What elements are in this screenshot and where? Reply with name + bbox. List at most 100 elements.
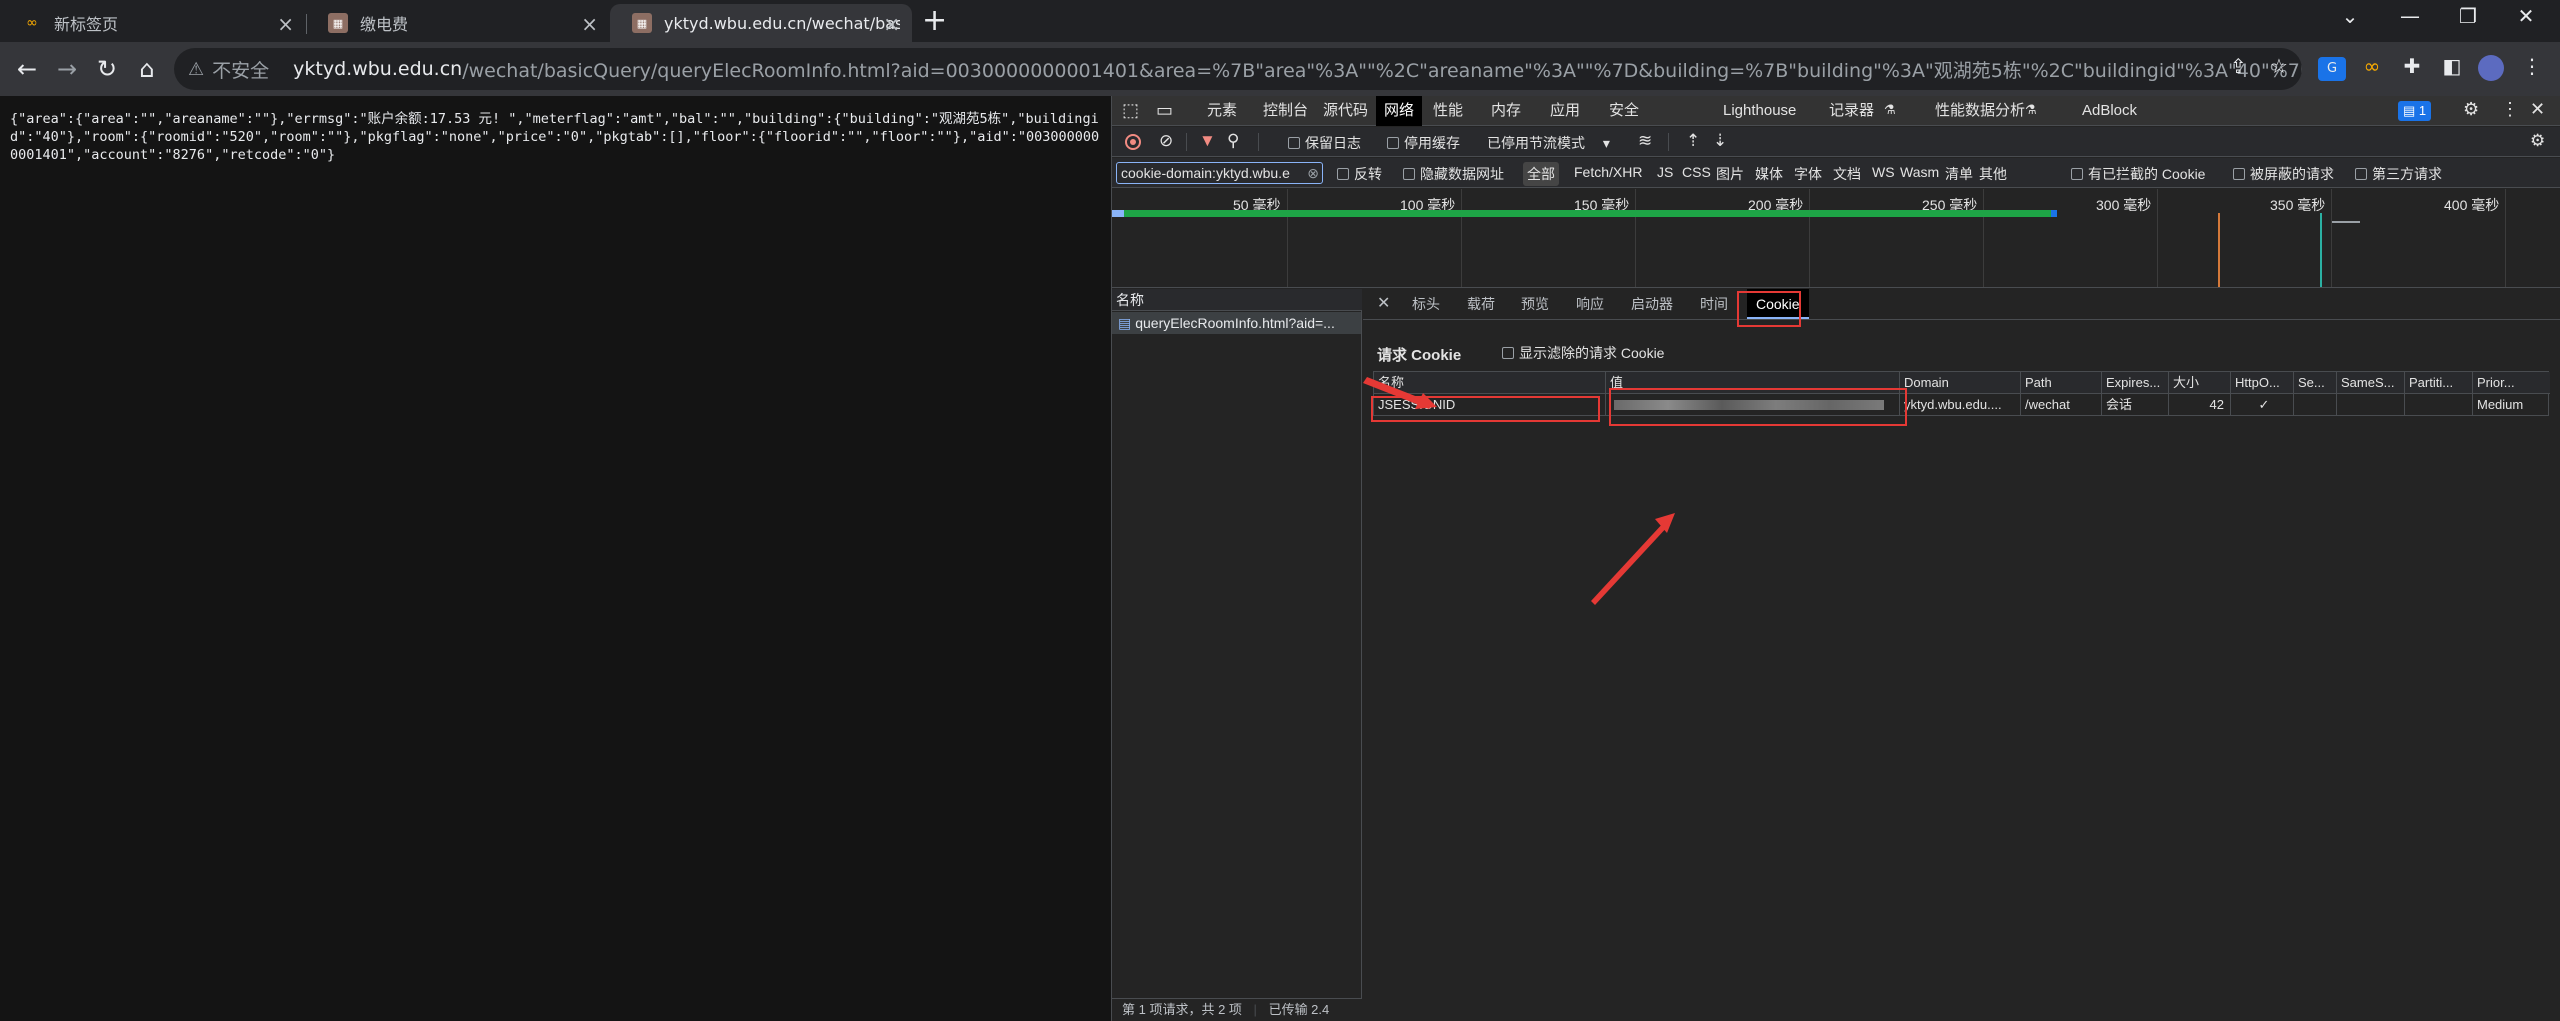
tab-active-query[interactable]: ▦ yktyd.wbu.edu.cn/wechat/basi × [610, 4, 912, 42]
cookie-secure-cell[interactable] [2294, 394, 2337, 416]
blocked-requests-checkbox[interactable]: 被屏蔽的请求 [2233, 164, 2334, 184]
column-header-partition[interactable]: Partiti... [2405, 372, 2473, 394]
type-filter-media[interactable]: 媒体 [1755, 164, 1783, 184]
close-detail-icon[interactable]: ✕ [1377, 289, 1390, 319]
close-tab-icon[interactable]: × [581, 12, 598, 36]
type-filter-all[interactable]: 全部 [1523, 162, 1559, 186]
type-filter-css[interactable]: CSS [1682, 164, 1711, 180]
detail-tab-initiator[interactable]: 启动器 [1631, 289, 1673, 319]
column-header-httponly[interactable]: HttpO... [2231, 372, 2294, 394]
throttle-select[interactable]: 已停用节流模式 ▾ [1487, 133, 1610, 153]
column-header-path[interactable]: Path [2021, 372, 2102, 394]
devtools-tab-application[interactable]: 应用 [1542, 96, 1588, 126]
detail-tab-timing[interactable]: 时间 [1700, 289, 1728, 319]
invert-checkbox[interactable]: 反转 [1337, 164, 1382, 184]
cookie-httponly-cell[interactable]: ✓ [2231, 394, 2294, 416]
close-devtools-icon[interactable]: ✕ [2530, 99, 2545, 120]
tab-pay-electricity[interactable]: ▦ 缴电费 × [306, 4, 610, 42]
warning-icon[interactable]: ⚠ [188, 59, 204, 80]
cookie-samesite-cell[interactable] [2337, 394, 2405, 416]
side-panel-icon[interactable]: ◧ [2438, 54, 2466, 78]
type-filter-fetch-xhr[interactable]: Fetch/XHR [1574, 164, 1642, 180]
record-button[interactable] [1125, 134, 1141, 150]
address-bar[interactable]: ⚠ 不安全 yktyd.wbu.edu.cn /wechat/basicQuer… [174, 48, 2302, 90]
type-filter-doc[interactable]: 文档 [1833, 164, 1861, 184]
column-header-size[interactable]: 大小 [2169, 372, 2231, 394]
name-column-header[interactable]: 名称 [1112, 289, 1362, 311]
settings-gear-icon[interactable]: ⚙ [2463, 99, 2479, 120]
cookie-expires-cell[interactable]: 会话 [2102, 394, 2169, 416]
forward-button[interactable]: → [52, 54, 82, 84]
disable-cache-checkbox[interactable]: 停用缓存 [1387, 133, 1460, 153]
devtools-tab-performance-insights[interactable]: 性能数据分析 [1927, 96, 2033, 126]
type-filter-font[interactable]: 字体 [1794, 164, 1822, 184]
devtools-tab-sources[interactable]: 源代码 [1315, 96, 1376, 126]
reload-button[interactable]: ↻ [92, 54, 122, 84]
export-har-icon[interactable]: ⇣ [1713, 131, 1727, 151]
security-label[interactable]: 不安全 [212, 56, 269, 83]
clear-icon[interactable]: ⊘ [1159, 131, 1173, 151]
checkbox-box[interactable] [1288, 137, 1300, 149]
filter-input[interactable]: cookie-domain:yktyd.wbu.e ⊗ [1116, 162, 1323, 184]
cookie-partition-cell[interactable] [2405, 394, 2473, 416]
cookie-size-cell[interactable]: 42 [2169, 394, 2231, 416]
type-filter-other[interactable]: 其他 [1979, 164, 2007, 184]
hide-data-urls-checkbox[interactable]: 隐藏数据网址 [1403, 164, 1504, 184]
new-tab-button[interactable]: + [922, 4, 947, 38]
cookie-priority-cell[interactable]: Medium [2473, 394, 2550, 416]
devtools-tab-recorder[interactable]: 记录器 [1821, 96, 1882, 126]
devtools-tab-lighthouse[interactable]: Lighthouse [1715, 96, 1804, 126]
detail-tab-response[interactable]: 响应 [1576, 289, 1604, 319]
checkbox-box[interactable] [2355, 168, 2367, 180]
search-icon[interactable]: ⚲ [1227, 131, 1239, 151]
minimize-button[interactable]: — [2390, 4, 2430, 28]
checkbox-box[interactable] [1337, 168, 1349, 180]
tab-new-tab[interactable]: ∞ 新标签页 × [0, 4, 306, 42]
detail-tab-headers[interactable]: 标头 [1412, 289, 1440, 319]
profile-avatar[interactable] [2478, 55, 2504, 81]
blocked-cookies-checkbox[interactable]: 有已拦截的 Cookie [2071, 164, 2205, 184]
extensions-puzzle-icon[interactable]: ✚ [2398, 54, 2426, 78]
type-filter-ws[interactable]: WS [1872, 164, 1895, 180]
clear-filter-icon[interactable]: ⊗ [1307, 163, 1319, 183]
restore-button[interactable]: ❐ [2448, 4, 2488, 28]
network-overview-timeline[interactable]: 50 毫秒 100 毫秒 150 毫秒 200 毫秒 250 毫秒 300 毫秒… [1112, 189, 2560, 288]
devtools-tab-memory[interactable]: 内存 [1483, 96, 1529, 126]
devtools-tab-console[interactable]: 控制台 [1255, 96, 1316, 126]
checkbox-box[interactable] [1403, 168, 1415, 180]
column-header-expires[interactable]: Expires... [2102, 372, 2169, 394]
network-settings-icon[interactable]: ⚙ [2530, 131, 2545, 151]
issues-badge[interactable]: ▤ 1 [2398, 101, 2432, 121]
filter-funnel-icon[interactable]: ▼ [1199, 131, 1216, 151]
device-toolbar-icon[interactable]: ▭ [1156, 100, 1173, 121]
show-filtered-cookies-checkbox[interactable]: 显示滤除的请求 Cookie [1502, 343, 1664, 363]
type-filter-manifest[interactable]: 清单 [1945, 164, 1973, 184]
third-party-checkbox[interactable]: 第三方请求 [2355, 164, 2442, 184]
bookmark-star-icon[interactable]: ☆ [2270, 54, 2288, 78]
close-window-button[interactable]: ✕ [2506, 4, 2546, 28]
close-tab-icon[interactable]: × [883, 12, 900, 36]
devtools-tab-security[interactable]: 安全 [1601, 96, 1647, 126]
inspect-element-icon[interactable]: ⬚ [1122, 100, 1139, 121]
translate-extension-icon[interactable]: G [2318, 57, 2346, 81]
detail-tab-payload[interactable]: 载荷 [1467, 289, 1495, 319]
devtools-tab-network[interactable]: 网络 [1376, 96, 1423, 126]
back-button[interactable]: ← [12, 54, 42, 84]
column-header-priority[interactable]: Prior... [2473, 372, 2550, 394]
share-icon[interactable]: ⇪ [2230, 54, 2247, 78]
devtools-tab-elements[interactable]: 元素 [1199, 96, 1245, 126]
type-filter-wasm[interactable]: Wasm [1900, 164, 1939, 180]
tab-search-icon[interactable]: ⌄ [2330, 4, 2370, 28]
type-filter-img[interactable]: 图片 [1716, 164, 1744, 184]
checkbox-box[interactable] [1387, 137, 1399, 149]
infinity-extension-icon[interactable]: ∞ [2358, 54, 2386, 78]
checkbox-box[interactable] [2071, 168, 2083, 180]
column-header-secure[interactable]: Se... [2294, 372, 2337, 394]
close-tab-icon[interactable]: × [277, 12, 294, 36]
checkbox-box[interactable] [1502, 347, 1514, 359]
type-filter-js[interactable]: JS [1657, 164, 1673, 180]
more-options-icon[interactable]: ⋮ [2501, 99, 2519, 120]
preserve-log-checkbox[interactable]: 保留日志 [1288, 133, 1361, 153]
checkbox-box[interactable] [2233, 168, 2245, 180]
column-header-samesite[interactable]: SameS... [2337, 372, 2405, 394]
